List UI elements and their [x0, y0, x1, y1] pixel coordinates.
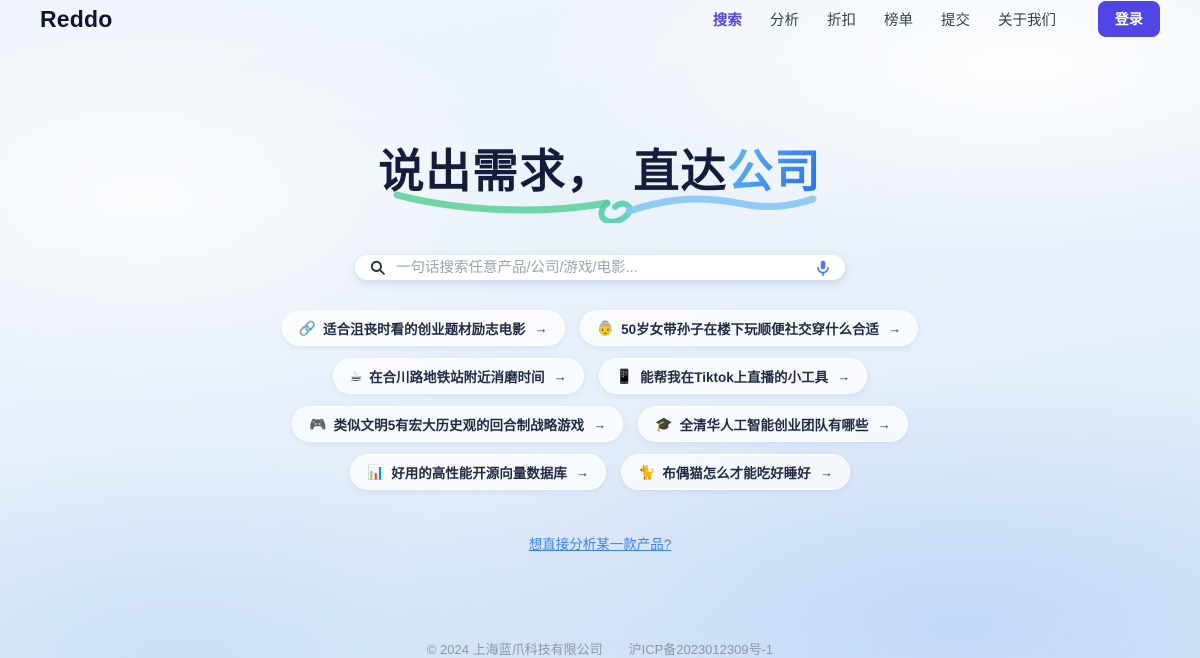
page-title: 说出需求， 直达公司 [379, 135, 822, 201]
footer: © 2024 上海蓝爪科技有限公司 沪ICP备2023012309号-1 [427, 639, 773, 658]
chip-label: 在合川路地铁站附近消磨时间 [369, 366, 545, 386]
chip-label: 能帮我在Tiktok上直播的小工具 [640, 366, 828, 386]
icp-number: 沪ICP备2023012309号-1 [629, 639, 774, 658]
chip-tiktok-live-tools[interactable]: 📱 能帮我在Tiktok上直播的小工具 → [599, 358, 867, 394]
chip-label: 50岁女带孙子在楼下玩顺便社交穿什么合适 [621, 318, 879, 338]
hero: 说出需求， 直达公司 [379, 135, 822, 201]
chip-grandma-outfit[interactable]: 👵 50岁女带孙子在楼下玩顺便社交穿什么合适 → [580, 310, 918, 346]
arrow-right-icon: → [535, 321, 548, 336]
title-part-3: 公司 [728, 145, 822, 197]
chip-label: 类似文明5有宏大历史观的回合制战略游戏 [334, 414, 585, 434]
chip-tsinghua-ai-teams[interactable]: 🎓 全清华人工智能创业团队有哪些 → [638, 406, 907, 442]
header: Reddo 搜索 分析 折扣 榜单 提交 关于我们 登录 [0, 0, 1200, 38]
chip-label: 适合沮丧时看的创业题材励志电影 [323, 318, 526, 338]
search-icon [369, 259, 386, 276]
bar-chart-icon: 📊 [367, 465, 384, 479]
title-part-1: 说出需求， [379, 145, 614, 197]
arrow-right-icon: → [554, 369, 567, 384]
chip-label: 布偶猫怎么才能吃好睡好 [662, 462, 811, 482]
title-part-2: 直达 [634, 145, 728, 197]
nav-item-about[interactable]: 关于我们 [998, 9, 1056, 30]
search-bar[interactable] [355, 255, 845, 280]
chip-label: 全清华人工智能创业团队有哪些 [680, 414, 869, 434]
nav-item-submit[interactable]: 提交 [941, 9, 970, 30]
logo[interactable]: Reddo [40, 6, 113, 33]
link-icon: 🔗 [299, 321, 316, 335]
arrow-right-icon: → [878, 417, 891, 432]
nav-item-analysis[interactable]: 分析 [770, 9, 799, 30]
search-input[interactable] [396, 260, 805, 276]
old-woman-icon: 👵 [597, 321, 614, 335]
suggestion-chips: 🔗 适合沮丧时看的创业题材励志电影 → 👵 50岁女带孙子在楼下玩顺便社交穿什么… [216, 310, 984, 490]
arrow-right-icon: → [576, 465, 589, 480]
game-controller-icon: 🎮 [309, 417, 326, 431]
arrow-right-icon: → [888, 321, 901, 336]
chip-strategy-games[interactable]: 🎮 类似文明5有宏大历史观的回合制战略游戏 → [292, 406, 623, 442]
chip-ragdoll-cat-care[interactable]: 🐈 布偶猫怎么才能吃好睡好 → [621, 454, 850, 490]
arrow-right-icon: → [820, 465, 833, 480]
chip-label: 好用的高性能开源向量数据库 [392, 462, 568, 482]
phone-icon: 📱 [616, 369, 633, 383]
nav-item-discount[interactable]: 折扣 [827, 9, 856, 30]
nav-item-search[interactable]: 搜索 [713, 9, 742, 30]
tea-icon: ☕ [350, 369, 363, 383]
microphone-icon[interactable] [815, 259, 831, 277]
chip-vector-database[interactable]: 📊 好用的高性能开源向量数据库 → [350, 454, 606, 490]
nav-item-rankings[interactable]: 榜单 [884, 9, 913, 30]
analyze-product-link[interactable]: 想直接分析某一款产品? [529, 533, 672, 553]
main-nav: 搜索 分析 折扣 榜单 提交 关于我们 登录 [713, 1, 1160, 37]
chip-metro-station-time[interactable]: ☕ 在合川路地铁站附近消磨时间 → [333, 358, 584, 394]
chip-inspirational-movies[interactable]: 🔗 适合沮丧时看的创业题材励志电影 → [282, 310, 565, 346]
cat-icon: 🐈 [638, 465, 655, 479]
copyright-text: © 2024 上海蓝爪科技有限公司 [427, 639, 603, 658]
graduate-icon: 🎓 [655, 417, 672, 431]
arrow-right-icon: → [593, 417, 606, 432]
arrow-right-icon: → [837, 369, 850, 384]
login-button[interactable]: 登录 [1098, 1, 1160, 37]
